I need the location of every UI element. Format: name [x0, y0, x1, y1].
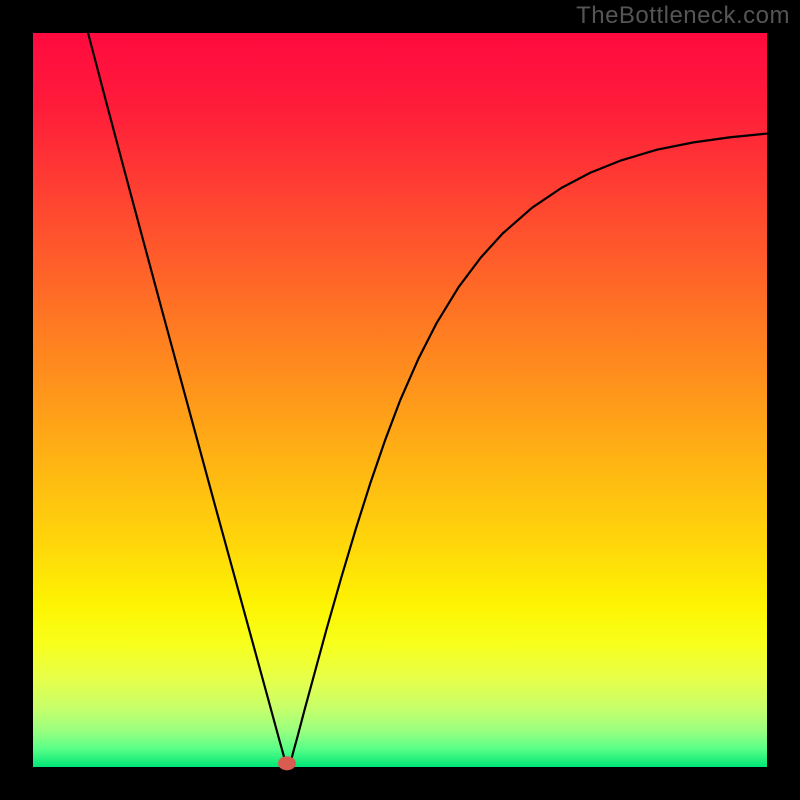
bottleneck-chart — [0, 0, 800, 800]
optimal-point-marker — [278, 756, 296, 770]
watermark-text: TheBottleneck.com — [576, 2, 790, 30]
